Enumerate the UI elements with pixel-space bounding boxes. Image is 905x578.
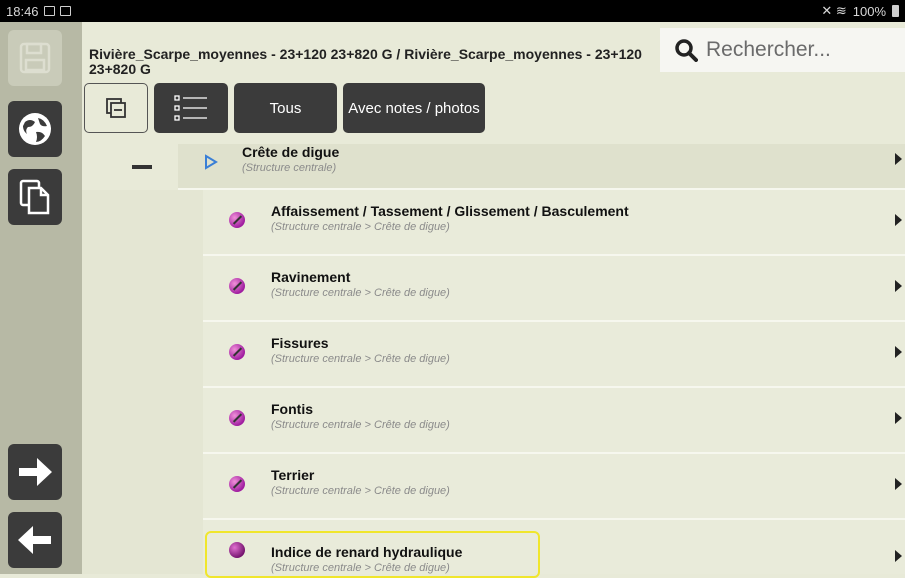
signal-icon: ✕ ≋ xyxy=(821,3,847,18)
battery-icon xyxy=(892,5,899,17)
anomaly-status-icon xyxy=(229,410,245,426)
search-icon xyxy=(675,39,698,62)
arrow-left-icon xyxy=(18,526,51,554)
collapse-icon xyxy=(106,98,126,118)
battery-level: 100% xyxy=(852,3,886,19)
chevron-right-icon xyxy=(895,280,902,292)
item-subtitle: (Structure centrale > Crête de digue) xyxy=(271,562,450,574)
sidebar xyxy=(0,22,82,574)
item-subtitle: (Structure centrale > Crête de digue) xyxy=(271,485,450,497)
screenshot-icon xyxy=(59,6,71,16)
anomaly-status-icon xyxy=(229,476,245,492)
parent-row[interactable]: Crête de digue (Structure centrale) xyxy=(82,144,905,190)
anomaly-status-icon xyxy=(229,344,245,360)
page-title: Rivière_Scarpe_moyennes - 23+120 23+820 … xyxy=(89,46,642,77)
save-button[interactable] xyxy=(8,30,62,86)
play-icon xyxy=(205,154,218,170)
list-item[interactable]: Affaissement / Tassement / Glissement / … xyxy=(82,190,905,256)
item-title: Indice de renard hydraulique xyxy=(271,544,463,560)
chevron-right-icon xyxy=(895,153,902,165)
map-button[interactable] xyxy=(8,101,62,157)
filter-all-button[interactable]: Tous xyxy=(234,83,337,133)
item-subtitle: (Structure centrale > Crête de digue) xyxy=(271,221,450,233)
list-icon xyxy=(174,95,207,121)
parent-title: Crête de digue xyxy=(242,144,340,160)
collapse-minus-icon[interactable] xyxy=(132,165,152,169)
chevron-right-icon xyxy=(895,346,902,358)
copy-button[interactable] xyxy=(8,169,62,225)
chevron-right-icon xyxy=(895,550,902,562)
parent-subtitle: (Structure centrale) xyxy=(242,162,337,174)
search-input[interactable]: Rechercher... xyxy=(706,38,831,62)
filter-notes-photos-button[interactable]: Avec notes / photos xyxy=(343,83,485,133)
gallery-icon xyxy=(43,6,55,16)
item-subtitle: (Structure centrale > Crête de digue) xyxy=(271,419,450,431)
save-icon xyxy=(19,42,51,74)
item-subtitle: (Structure centrale > Crête de digue) xyxy=(271,287,450,299)
copy-icon xyxy=(19,179,50,215)
observation-list: Crête de digue (Structure centrale) Affa… xyxy=(82,144,905,578)
chevron-right-icon xyxy=(895,478,902,490)
next-button[interactable] xyxy=(8,444,62,500)
item-title: Affaissement / Tassement / Glissement / … xyxy=(271,203,629,219)
search-box[interactable]: Rechercher... xyxy=(660,28,905,72)
anomaly-status-icon xyxy=(229,278,245,294)
item-title: Fissures xyxy=(271,335,329,351)
list-view-button[interactable] xyxy=(154,83,228,133)
list-item[interactable]: Indice de renard hydraulique (Structure … xyxy=(82,520,905,574)
list-item[interactable]: Terrier (Structure centrale > Crête de d… xyxy=(82,454,905,520)
clock: 18:46 xyxy=(6,3,39,19)
collapse-button[interactable] xyxy=(84,83,148,133)
anomaly-status-icon xyxy=(229,212,245,228)
status-bar: 18:46 ✕ ≋ 100% xyxy=(0,0,905,22)
item-title: Fontis xyxy=(271,401,313,417)
chevron-right-icon xyxy=(895,412,902,424)
chevron-right-icon xyxy=(895,214,902,226)
item-subtitle: (Structure centrale > Crête de digue) xyxy=(271,353,450,365)
previous-button[interactable] xyxy=(8,512,62,568)
globe-icon xyxy=(19,113,51,145)
list-item[interactable]: Fissures (Structure centrale > Crête de … xyxy=(82,322,905,388)
anomaly-status-icon xyxy=(229,542,245,558)
item-title: Ravinement xyxy=(271,269,351,285)
arrow-right-icon xyxy=(19,458,52,486)
list-item[interactable]: Fontis (Structure centrale > Crête de di… xyxy=(82,388,905,454)
item-title: Terrier xyxy=(271,467,315,483)
list-item[interactable]: Ravinement (Structure centrale > Crête d… xyxy=(82,256,905,322)
header: Rivière_Scarpe_moyennes - 23+120 23+820 … xyxy=(82,22,905,144)
